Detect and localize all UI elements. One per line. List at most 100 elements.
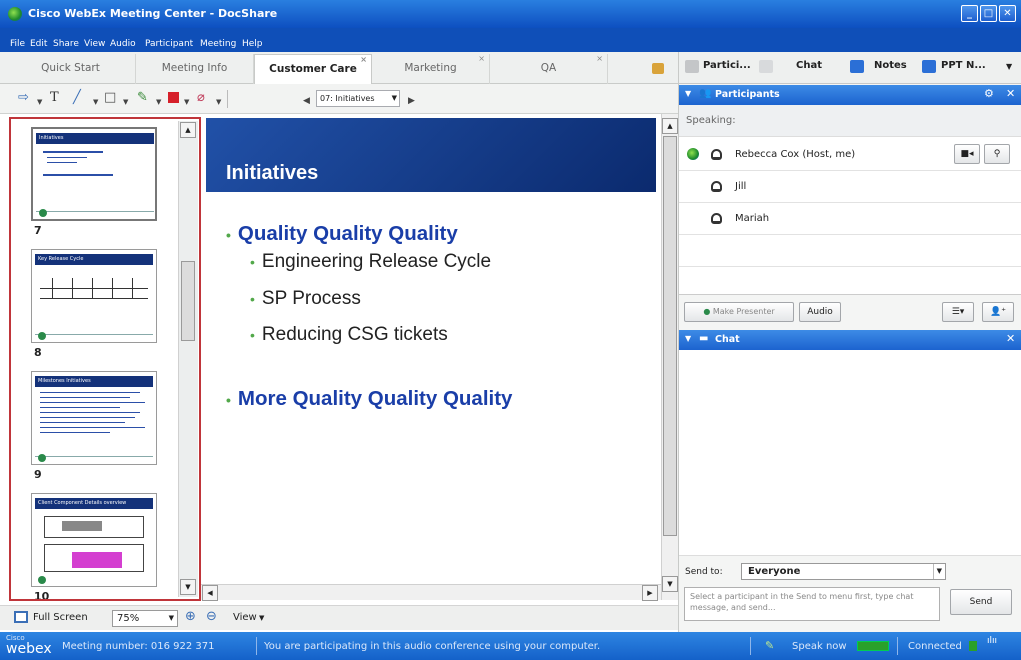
document-tabs: Quick Start Meeting Info Customer Care × …: [0, 52, 678, 84]
thumbnail-slide-7[interactable]: Initiatives: [31, 127, 157, 221]
menu-view[interactable]: View: [84, 39, 105, 49]
headset-icon: [711, 181, 722, 192]
line-tool-icon[interactable]: ╱: [73, 90, 81, 106]
new-tab-icon[interactable]: [652, 63, 664, 74]
ppt-notes-tab-icon[interactable]: [922, 60, 936, 73]
send-to-label: Send to:: [685, 567, 723, 577]
menu-file[interactable]: File: [10, 39, 25, 49]
thumbnail-slide-10[interactable]: Client Component Details overview: [31, 493, 157, 587]
highlighter-tool-icon[interactable]: ✎: [137, 90, 148, 106]
send-to-select[interactable]: Everyone ▼: [741, 563, 946, 580]
scroll-down-icon[interactable]: ▼: [180, 579, 196, 595]
video-camera-icon[interactable]: ■◂: [954, 144, 980, 164]
tab-customer-care[interactable]: Customer Care ×: [254, 54, 372, 84]
tab-close-icon[interactable]: ×: [360, 46, 367, 74]
tab-qa[interactable]: QA ×: [490, 54, 608, 84]
participants-panel-header[interactable]: ▼ 👥 Participants ⚙ ✕: [679, 85, 1021, 105]
tab-close-icon[interactable]: ×: [478, 45, 485, 73]
webex-brand: webex: [6, 641, 52, 657]
chevron-down-icon[interactable]: ▼: [216, 94, 221, 110]
participants-icon: 👥: [699, 88, 712, 99]
menu-edit[interactable]: Edit: [30, 39, 47, 49]
tab-quick-start[interactable]: Quick Start: [6, 54, 136, 84]
connection-status: Connected: [908, 641, 962, 652]
panel-menu-chevron-icon[interactable]: ▼: [1006, 62, 1012, 71]
participants-tab-icon[interactable]: [685, 60, 699, 73]
menu-help[interactable]: Help: [242, 39, 263, 49]
scroll-up-icon[interactable]: ▲: [662, 118, 678, 134]
gear-icon[interactable]: ⚙: [984, 87, 994, 100]
microphone-icon[interactable]: ✎: [765, 639, 774, 652]
slide-vertical-scrollbar[interactable]: ▲ ▼: [661, 114, 678, 600]
list-view-icon[interactable]: ☰▾: [942, 302, 974, 322]
eraser-tool-icon[interactable]: ⌀: [197, 90, 205, 106]
full-screen-icon[interactable]: [14, 611, 28, 623]
scroll-down-icon[interactable]: ▼: [662, 576, 678, 592]
tab-close-icon[interactable]: ×: [596, 45, 603, 73]
presenter-icon[interactable]: ⚲: [984, 144, 1010, 164]
color-picker-icon[interactable]: [168, 92, 179, 103]
zoom-select[interactable]: 75% ▼: [112, 610, 178, 627]
menu-share[interactable]: Share: [53, 39, 79, 49]
next-page-icon[interactable]: ▶: [408, 93, 415, 109]
rectangle-tool-icon[interactable]: □: [104, 90, 116, 106]
participants-title: Participants: [715, 89, 780, 100]
page-select[interactable]: 07: Initiatives ▼: [316, 90, 400, 107]
chevron-down-icon[interactable]: ▼: [156, 94, 161, 110]
menu-participant[interactable]: Participant: [145, 39, 193, 49]
chevron-down-icon[interactable]: ▼: [123, 94, 128, 110]
close-icon[interactable]: ✕: [1006, 332, 1015, 345]
previous-page-icon[interactable]: ◀: [303, 93, 310, 109]
thumbnail-scrollbar[interactable]: ▲ ▼: [178, 121, 198, 597]
menu-meeting[interactable]: Meeting: [200, 39, 236, 49]
panel-tab-notes[interactable]: Notes: [874, 60, 907, 71]
chat-tab-icon[interactable]: [759, 60, 773, 73]
zoom-in-icon[interactable]: ⊕: [185, 609, 196, 624]
view-menu-button[interactable]: View: [233, 612, 257, 623]
chevron-down-icon[interactable]: ▼: [184, 94, 189, 110]
participant-row[interactable]: Rebecca Cox (Host, me) ■◂ ⚲: [679, 139, 1021, 171]
slide-horizontal-scrollbar[interactable]: ◀ ▶: [201, 584, 661, 601]
participant-name: Jill: [735, 181, 747, 192]
panel-tab-participants[interactable]: Partici...: [703, 60, 751, 71]
scroll-right-icon[interactable]: ▶: [642, 585, 658, 601]
participant-row[interactable]: Mariah: [679, 203, 1021, 235]
menu-audio[interactable]: Audio: [110, 39, 136, 49]
add-participant-icon[interactable]: 👤⁺: [982, 302, 1014, 322]
scrollbar-thumb[interactable]: [181, 261, 195, 341]
audio-status-message: You are participating in this audio conf…: [264, 641, 601, 652]
chat-panel-header[interactable]: ▼ ▬ Chat ✕: [679, 330, 1021, 350]
tab-marketing[interactable]: Marketing ×: [372, 54, 490, 84]
full-screen-button[interactable]: Full Screen: [33, 612, 88, 623]
close-button[interactable]: ✕: [999, 5, 1016, 22]
notes-tab-icon[interactable]: [850, 60, 864, 73]
close-icon[interactable]: ✕: [1006, 87, 1015, 100]
chevron-down-icon[interactable]: ▼: [37, 94, 42, 110]
collapse-icon[interactable]: ▼: [685, 89, 691, 98]
text-tool-icon[interactable]: T: [50, 90, 59, 106]
panel-tab-chat[interactable]: Chat: [796, 60, 822, 71]
chat-title: Chat: [715, 334, 740, 345]
scroll-up-icon[interactable]: ▲: [180, 122, 196, 138]
chat-message-input[interactable]: Select a participant in the Send to menu…: [684, 587, 940, 621]
chevron-down-icon[interactable]: ▼: [259, 614, 264, 622]
headset-icon: [711, 213, 722, 224]
chevron-down-icon[interactable]: ▼: [93, 94, 98, 110]
send-button[interactable]: Send: [950, 589, 1012, 615]
zoom-out-icon[interactable]: ⊖: [206, 609, 217, 624]
collapse-icon[interactable]: ▼: [685, 334, 691, 343]
scrollbar-thumb[interactable]: [663, 136, 677, 536]
speaking-label: Speaking:: [686, 115, 736, 126]
panel-tab-ppt-notes[interactable]: PPT N...: [941, 60, 986, 71]
scroll-left-icon[interactable]: ◀: [202, 585, 218, 601]
pointer-tool-icon[interactable]: ⇨: [18, 90, 29, 106]
maximize-button[interactable]: □: [980, 5, 997, 22]
audio-button[interactable]: Audio: [799, 302, 841, 322]
thumbnail-slide-8[interactable]: Key Release Cycle: [31, 249, 157, 343]
tab-meeting-info[interactable]: Meeting Info: [136, 54, 254, 84]
thumbnail-slide-9[interactable]: Milestones Initiatives: [31, 371, 157, 465]
minimize-button[interactable]: _: [961, 5, 978, 22]
participant-row[interactable]: Jill: [679, 171, 1021, 203]
speak-now-label: Speak now: [792, 641, 847, 652]
make-presenter-button[interactable]: ● Make Presenter: [684, 302, 794, 322]
